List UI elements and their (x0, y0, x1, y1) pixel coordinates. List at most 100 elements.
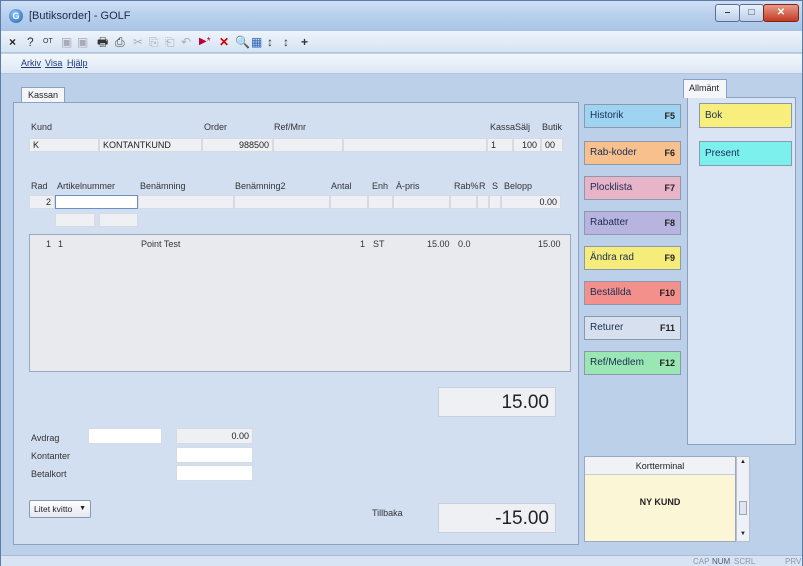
rabatter-button[interactable]: Rabatter F8 (584, 211, 681, 235)
historik-key: F5 (664, 111, 675, 121)
status-cap: CAP (693, 557, 710, 566)
andra-rad-label: Ändra rad (590, 252, 634, 263)
undo-icon[interactable]: ↶ (181, 34, 191, 50)
entry-extra-field-1[interactable] (55, 213, 95, 227)
scroll-down-icon[interactable]: ▼ (740, 531, 746, 537)
sort-desc-icon[interactable]: ↕ (283, 34, 289, 50)
kassa-field[interactable]: 1 (487, 138, 513, 152)
minimize-button[interactable]: – (715, 4, 740, 22)
kund-field[interactable]: K (29, 138, 99, 152)
scroll-thumb[interactable] (739, 501, 747, 515)
row-artikel: 1 (58, 239, 64, 249)
row-antal: 1 (360, 239, 366, 249)
entry-benamning2-field[interactable] (234, 195, 330, 209)
avdrag-input[interactable] (88, 428, 162, 444)
col-apris: À-pris (396, 181, 420, 191)
kassa-label: Kassa (490, 122, 516, 132)
col-belopp: Belopp (504, 181, 533, 191)
entry-rab-field[interactable] (450, 195, 477, 209)
status-prv: PRV (785, 557, 802, 566)
ref-medlem-key: F12 (659, 358, 675, 368)
rabatter-label: Rabatter (590, 217, 629, 228)
entry-s-field[interactable] (489, 195, 501, 209)
kund-label: Kund (31, 122, 53, 132)
kortterminal-scrollbar[interactable]: ▲ ▼ (736, 456, 750, 542)
toolbar: × ? OT ▣ ▣ 🖶 ⎙ ✂ ⎘ ⎗ ↶ ▶* ✕ 🔍 ▦ ↕ ↕ + (1, 31, 802, 53)
paste-icon[interactable]: ⎗ (165, 34, 175, 50)
bestallda-button[interactable]: Beställda F10 (584, 281, 681, 305)
table-row[interactable]: 1 1 Point Test 1 ST 15.00 0.0 15.00 (30, 239, 570, 251)
paste-doc-icon[interactable]: ▣ (77, 34, 88, 50)
row-benamning: Point Test (141, 239, 181, 249)
col-rab: Rab% (454, 181, 479, 191)
returer-key: F11 (659, 323, 675, 333)
row-apris: 15.00 (427, 239, 450, 249)
col-benamning: Benämning (140, 181, 186, 191)
close-button[interactable]: ✕ (763, 4, 799, 22)
plocklista-key: F7 (664, 183, 675, 193)
copy-doc-icon[interactable]: ▣ (61, 34, 72, 50)
order-lines-list[interactable]: 1 1 Point Test 1 ST 15.00 0.0 15.00 (29, 234, 571, 372)
row-belopp: 15.00 (538, 239, 561, 249)
ref-medlem-label: Ref/Medlem (590, 357, 644, 368)
butik-field[interactable]: 00 (541, 138, 563, 152)
bok-button[interactable]: Bok (699, 103, 792, 128)
rab-koder-label: Rab-koder (590, 147, 637, 158)
andra-rad-key: F9 (664, 253, 675, 263)
maximize-button[interactable]: □ (739, 4, 764, 22)
kund-namn-field[interactable]: KONTANTKUND (99, 138, 202, 152)
col-artikelnummer: Artikelnummer (57, 181, 116, 191)
new-record-icon[interactable]: ▶* (199, 34, 211, 50)
menu-hjalp[interactable]: Hjälp (67, 58, 88, 68)
entry-apris-field[interactable] (393, 195, 450, 209)
tab-kassan[interactable]: Kassan (21, 87, 66, 103)
kontanter-label: Kontanter (31, 451, 71, 461)
order-field[interactable]: 988500 (202, 138, 273, 152)
row-rab: 0.0 (458, 239, 471, 249)
entry-benamning-field[interactable] (138, 195, 234, 209)
sort-asc-icon[interactable]: ↕ (267, 34, 273, 50)
ref-label: Ref/Mnr (274, 122, 307, 132)
print-icon[interactable]: 🖶 (97, 34, 108, 50)
betalkort-input[interactable] (176, 465, 253, 481)
menu-visa[interactable]: Visa (45, 58, 62, 68)
entry-r-field[interactable] (477, 195, 489, 209)
ref-medlem-button[interactable]: Ref/Medlem F12 (584, 351, 681, 375)
find-icon[interactable]: 🔍 (235, 34, 250, 50)
rab-koder-button[interactable]: Rab-koder F6 (584, 141, 681, 165)
filter-icon[interactable]: ▦ (251, 34, 262, 50)
col-rad: Rad (31, 181, 48, 191)
ref-field[interactable] (273, 138, 343, 152)
title-bar: G [Butiksorder] - GOLF – □ ✕ (1, 1, 802, 31)
ot-icon[interactable]: OT (43, 34, 53, 50)
kontanter-input[interactable] (176, 447, 253, 463)
avdrag-value: 0.00 (176, 428, 253, 444)
cut-icon[interactable]: ✂ (133, 34, 143, 50)
plocklista-button[interactable]: Plocklista F7 (584, 176, 681, 200)
returer-button[interactable]: Returer F11 (584, 316, 681, 340)
entry-extra-field-2[interactable] (99, 213, 138, 227)
col-enh: Enh (372, 181, 389, 191)
andra-rad-button[interactable]: Ändra rad F9 (584, 246, 681, 270)
butik-label: Butik (542, 122, 563, 132)
delete-record-icon[interactable]: ✕ (219, 34, 229, 50)
salj-field[interactable]: 100 (513, 138, 541, 152)
col-r: R (479, 181, 486, 191)
entry-enh-field[interactable] (368, 195, 393, 209)
scroll-up-icon[interactable]: ▲ (740, 459, 746, 465)
tab-allmant[interactable]: Allmänt (683, 79, 727, 98)
kvitto-select[interactable]: Litet kvitto ▼ (29, 500, 91, 518)
print-preview-icon[interactable]: ⎙ (115, 34, 125, 50)
present-button[interactable]: Present (699, 141, 792, 166)
add-icon[interactable]: + (301, 34, 308, 50)
entry-artikel-input[interactable] (55, 195, 138, 209)
delete-icon[interactable]: × (9, 34, 16, 50)
historik-button[interactable]: Historik F5 (584, 104, 681, 128)
copy-icon[interactable]: ⎘ (149, 34, 159, 50)
status-num: NUM (712, 557, 731, 566)
order-label: Order (204, 122, 228, 132)
entry-antal-field[interactable] (330, 195, 368, 209)
tillbaka-total: -15.00 (438, 503, 556, 533)
help-icon[interactable]: ? (27, 34, 34, 50)
menu-arkiv[interactable]: Arkiv (21, 58, 41, 68)
